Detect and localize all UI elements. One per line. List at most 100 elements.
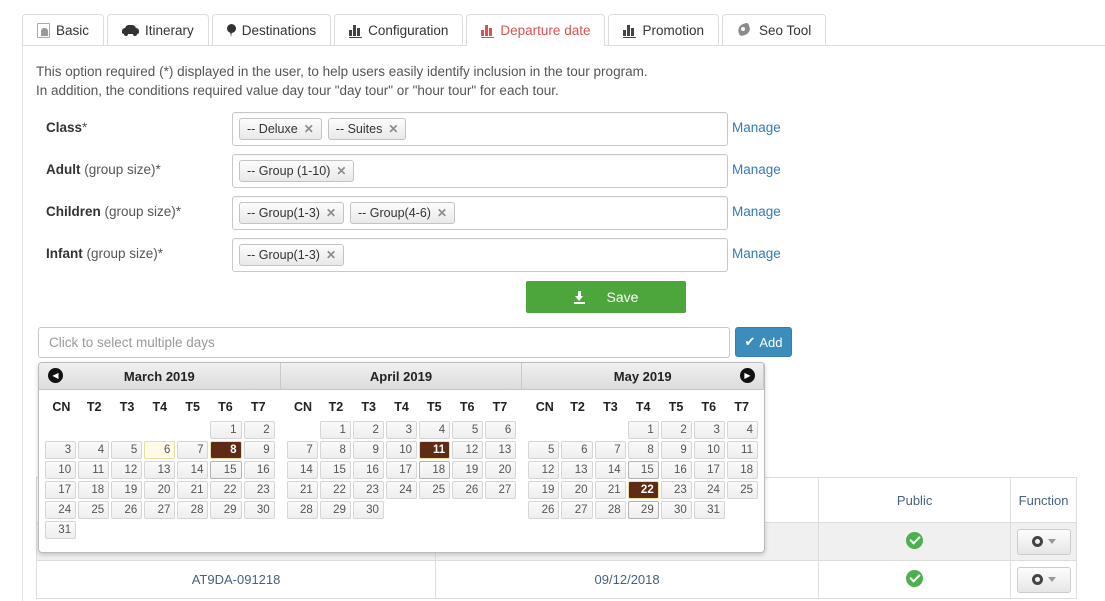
day-cell[interactable]: 30 bbox=[243, 501, 275, 519]
day-cell[interactable]: 14 bbox=[286, 461, 318, 479]
day-cell[interactable]: 29 bbox=[319, 501, 351, 519]
children-tag-input[interactable]: -- Group(1-3) ✕ -- Group(4-6) ✕ bbox=[232, 196, 728, 230]
day-cell[interactable]: 5 bbox=[452, 421, 484, 439]
day-cell[interactable]: 18 bbox=[419, 461, 451, 479]
day-cell[interactable]: 1 bbox=[319, 421, 351, 439]
day-cell[interactable]: 12 bbox=[111, 461, 143, 479]
tab-promotion[interactable]: Promotion bbox=[608, 14, 719, 45]
day-cell[interactable]: 16 bbox=[660, 461, 692, 479]
day-cell[interactable]: 24 bbox=[45, 501, 77, 519]
day-cell[interactable]: 15 bbox=[210, 461, 242, 479]
day-cell[interactable]: 3 bbox=[693, 421, 725, 439]
day-cell[interactable]: 20 bbox=[485, 461, 517, 479]
day-cell[interactable]: 21 bbox=[594, 481, 626, 499]
day-cell[interactable]: 18 bbox=[726, 461, 758, 479]
day-cell[interactable]: 7 bbox=[286, 441, 318, 459]
tag-chip[interactable]: -- Deluxe ✕ bbox=[239, 118, 322, 140]
day-cell[interactable]: 1 bbox=[210, 421, 242, 439]
tab-seo-tool[interactable]: Seo Tool bbox=[722, 14, 827, 45]
day-cell[interactable]: 19 bbox=[528, 481, 560, 499]
day-cell[interactable]: 4 bbox=[419, 421, 451, 439]
day-cell[interactable]: 14 bbox=[177, 461, 209, 479]
day-cell[interactable]: 23 bbox=[352, 481, 384, 499]
day-cell[interactable]: 17 bbox=[45, 481, 77, 499]
day-cell[interactable]: 13 bbox=[561, 461, 593, 479]
day-cell[interactable]: 24 bbox=[693, 481, 725, 499]
day-cell[interactable]: 20 bbox=[561, 481, 593, 499]
day-cell[interactable]: 2 bbox=[352, 421, 384, 439]
day-cell[interactable]: 26 bbox=[528, 501, 560, 519]
day-cell[interactable]: 28 bbox=[177, 501, 209, 519]
day-cell[interactable]: 4 bbox=[726, 421, 758, 439]
day-cell[interactable]: 3 bbox=[45, 441, 77, 459]
day-cell[interactable]: 28 bbox=[286, 501, 318, 519]
manage-infant-link[interactable]: Manage bbox=[732, 246, 781, 261]
infant-tag-input[interactable]: -- Group(1-3) ✕ bbox=[232, 238, 728, 272]
day-cell[interactable]: 4 bbox=[78, 441, 110, 459]
class-tag-input[interactable]: -- Deluxe ✕ -- Suites ✕ bbox=[232, 112, 728, 146]
table-row[interactable]: AT9DA-091218 09/12/2018 bbox=[35, 560, 1077, 599]
close-icon[interactable]: ✕ bbox=[388, 122, 398, 136]
day-cell[interactable]: 10 bbox=[385, 441, 418, 459]
day-cell[interactable]: 30 bbox=[352, 501, 384, 519]
manage-adult-link[interactable]: Manage bbox=[732, 162, 781, 177]
adult-tag-input[interactable]: -- Group (1-10) ✕ bbox=[232, 154, 728, 188]
day-cell[interactable]: 7 bbox=[177, 441, 209, 459]
tab-departure-date[interactable]: Departure date bbox=[466, 14, 606, 46]
day-cell[interactable]: 9 bbox=[243, 441, 275, 459]
tab-configuration[interactable]: Configuration bbox=[334, 14, 464, 45]
day-cell[interactable]: 17 bbox=[693, 461, 725, 479]
multi-date-input[interactable]: Click to select multiple days bbox=[38, 327, 730, 358]
day-cell[interactable]: 6 bbox=[485, 421, 517, 439]
day-cell[interactable]: 25 bbox=[78, 501, 110, 519]
day-cell[interactable]: 9 bbox=[660, 441, 692, 459]
day-cell[interactable]: 28 bbox=[594, 501, 626, 519]
day-cell[interactable]: 27 bbox=[485, 481, 517, 499]
close-icon[interactable]: ✕ bbox=[326, 248, 336, 262]
day-cell[interactable]: 11 bbox=[726, 441, 758, 459]
day-cell[interactable]: 15 bbox=[627, 461, 659, 479]
day-cell[interactable]: 26 bbox=[111, 501, 143, 519]
day-cell[interactable]: 26 bbox=[452, 481, 484, 499]
tag-chip[interactable]: -- Group(4-6) ✕ bbox=[350, 202, 455, 224]
day-cell[interactable]: 19 bbox=[111, 481, 143, 499]
manage-children-link[interactable]: Manage bbox=[732, 204, 781, 219]
day-cell[interactable]: 16 bbox=[243, 461, 275, 479]
day-cell[interactable]: 10 bbox=[45, 461, 77, 479]
day-cell[interactable]: 8 bbox=[627, 441, 659, 459]
function-dropdown-button[interactable] bbox=[1016, 528, 1071, 555]
day-cell[interactable]: 22 bbox=[319, 481, 351, 499]
day-cell[interactable]: 6 bbox=[561, 441, 593, 459]
tag-chip[interactable]: -- Group(1-3) ✕ bbox=[239, 244, 344, 266]
tag-chip[interactable]: -- Group(1-3) ✕ bbox=[239, 202, 344, 224]
day-cell[interactable]: 27 bbox=[144, 501, 176, 519]
prev-month-icon[interactable]: ◀ bbox=[48, 368, 63, 383]
day-cell[interactable]: 5 bbox=[111, 441, 143, 459]
day-cell[interactable]: 22 bbox=[210, 481, 242, 499]
day-cell[interactable]: 7 bbox=[594, 441, 626, 459]
day-cell[interactable]: 22 bbox=[627, 481, 659, 499]
function-dropdown-button[interactable] bbox=[1016, 566, 1071, 593]
close-icon[interactable]: ✕ bbox=[326, 206, 336, 220]
day-cell[interactable]: 13 bbox=[485, 441, 517, 459]
day-cell[interactable]: 17 bbox=[385, 461, 418, 479]
day-cell[interactable]: 27 bbox=[561, 501, 593, 519]
close-icon[interactable]: ✕ bbox=[437, 206, 447, 220]
day-cell[interactable]: 25 bbox=[419, 481, 451, 499]
day-cell[interactable]: 6 bbox=[144, 441, 176, 459]
tag-chip[interactable]: -- Suites ✕ bbox=[327, 118, 407, 140]
day-cell[interactable]: 21 bbox=[286, 481, 318, 499]
day-cell[interactable]: 1 bbox=[627, 421, 659, 439]
day-cell[interactable]: 11 bbox=[419, 441, 451, 459]
tab-destinations[interactable]: Destinations bbox=[211, 14, 332, 45]
next-month-icon[interactable]: ▶ bbox=[740, 368, 755, 383]
day-cell[interactable]: 25 bbox=[726, 481, 758, 499]
day-cell[interactable]: 29 bbox=[627, 501, 659, 519]
day-cell[interactable]: 10 bbox=[693, 441, 725, 459]
tab-itinerary[interactable]: Itinerary bbox=[107, 14, 209, 45]
day-cell[interactable]: 2 bbox=[243, 421, 275, 439]
day-cell[interactable]: 15 bbox=[319, 461, 351, 479]
save-button[interactable]: Save bbox=[526, 281, 686, 313]
day-cell[interactable]: 14 bbox=[594, 461, 626, 479]
manage-class-link[interactable]: Manage bbox=[732, 120, 781, 135]
